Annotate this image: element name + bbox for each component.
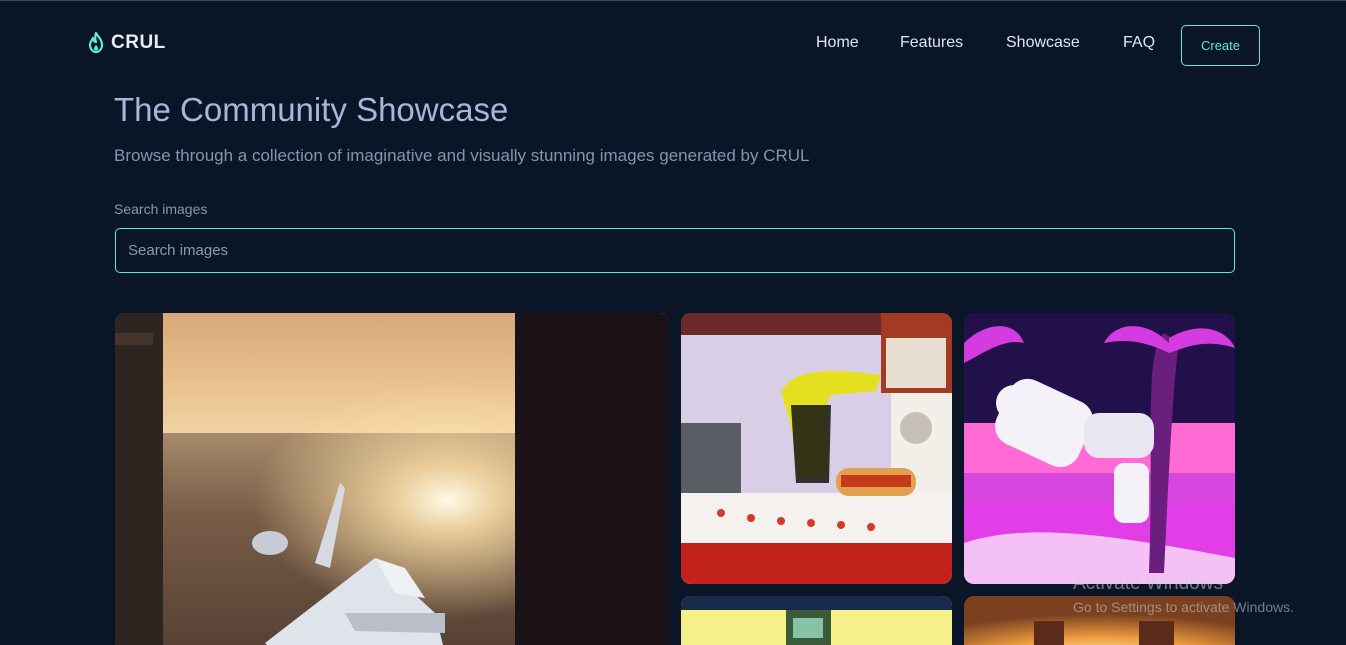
search-label: Search images	[114, 201, 208, 217]
search-input[interactable]	[115, 228, 1235, 273]
activate-windows-subtitle: Go to Settings to activate Windows.	[1073, 599, 1294, 615]
page-title: The Community Showcase	[114, 91, 509, 128]
brand-logo[interactable]: CRUL	[87, 32, 166, 54]
flame-icon	[88, 32, 104, 54]
yellow-room-image	[681, 596, 952, 645]
space-shuttle-image	[115, 313, 669, 645]
page-subtitle: Browse through a collection of imaginati…	[114, 146, 810, 165]
nav-faq-link[interactable]: FAQ	[1123, 34, 1155, 52]
showcase-image-space-shuttle[interactable]	[115, 313, 669, 645]
brand-name: CRUL	[111, 32, 166, 53]
nav-features-link[interactable]: Features	[900, 34, 963, 52]
dinosaur-image	[681, 313, 952, 584]
astronaut-image	[964, 313, 1235, 584]
nav-showcase-link[interactable]: Showcase	[1006, 34, 1080, 52]
showcase-image-yellow-room[interactable]	[681, 596, 952, 645]
showcase-image-astronaut[interactable]	[964, 313, 1235, 584]
showcase-image-dinosaur[interactable]	[681, 313, 952, 584]
nav-home-link[interactable]: Home	[816, 34, 859, 52]
activate-windows-title: Activate Windows	[1073, 573, 1223, 594]
navbar: CRUL Home Features Showcase FAQ Create	[0, 1, 1346, 89]
create-button[interactable]: Create	[1181, 25, 1260, 66]
